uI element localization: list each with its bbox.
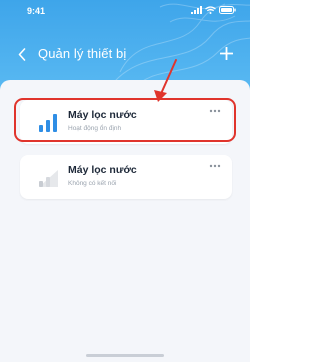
signal-none-icon: [39, 170, 58, 187]
more-dots-icon: [209, 109, 221, 113]
signal-strong-icon: [39, 114, 57, 132]
status-time: 9:41: [27, 6, 46, 16]
home-indicator: [86, 354, 164, 357]
nav-bar: Quản lý thiết bị: [0, 42, 250, 68]
status-bar: 9:41: [0, 0, 250, 22]
device-card[interactable]: Máy lọc nước Không có kết nối: [20, 155, 232, 199]
more-dots-icon: [209, 164, 221, 168]
status-icons: [191, 6, 236, 14]
device-list: Máy lọc nước Hoạt động ổn định Máy lọc n…: [0, 80, 250, 362]
wifi-icon: [205, 6, 216, 14]
phone-screen: 9:41 Quản lý thiết bị Máy lọc nước Hoạt …: [0, 0, 250, 362]
header: 9:41 Quản lý thiết bị: [0, 0, 250, 92]
more-options-button[interactable]: [208, 106, 222, 116]
page-title: Quản lý thiết bị: [38, 46, 127, 61]
device-name: Máy lọc nước: [68, 109, 137, 121]
more-options-button[interactable]: [208, 161, 222, 171]
device-status: Không có kết nối: [68, 180, 117, 187]
device-card[interactable]: Máy lọc nước Hoạt động ổn định: [20, 100, 232, 144]
device-status: Hoạt động ổn định: [68, 125, 122, 132]
cellular-signal-icon: [191, 6, 202, 14]
plus-icon: [219, 46, 233, 60]
battery-icon: [219, 6, 236, 14]
device-name: Máy lọc nước: [68, 164, 137, 176]
back-button[interactable]: [14, 45, 30, 63]
chevron-left-icon: [18, 47, 26, 61]
add-device-button[interactable]: [216, 43, 236, 63]
